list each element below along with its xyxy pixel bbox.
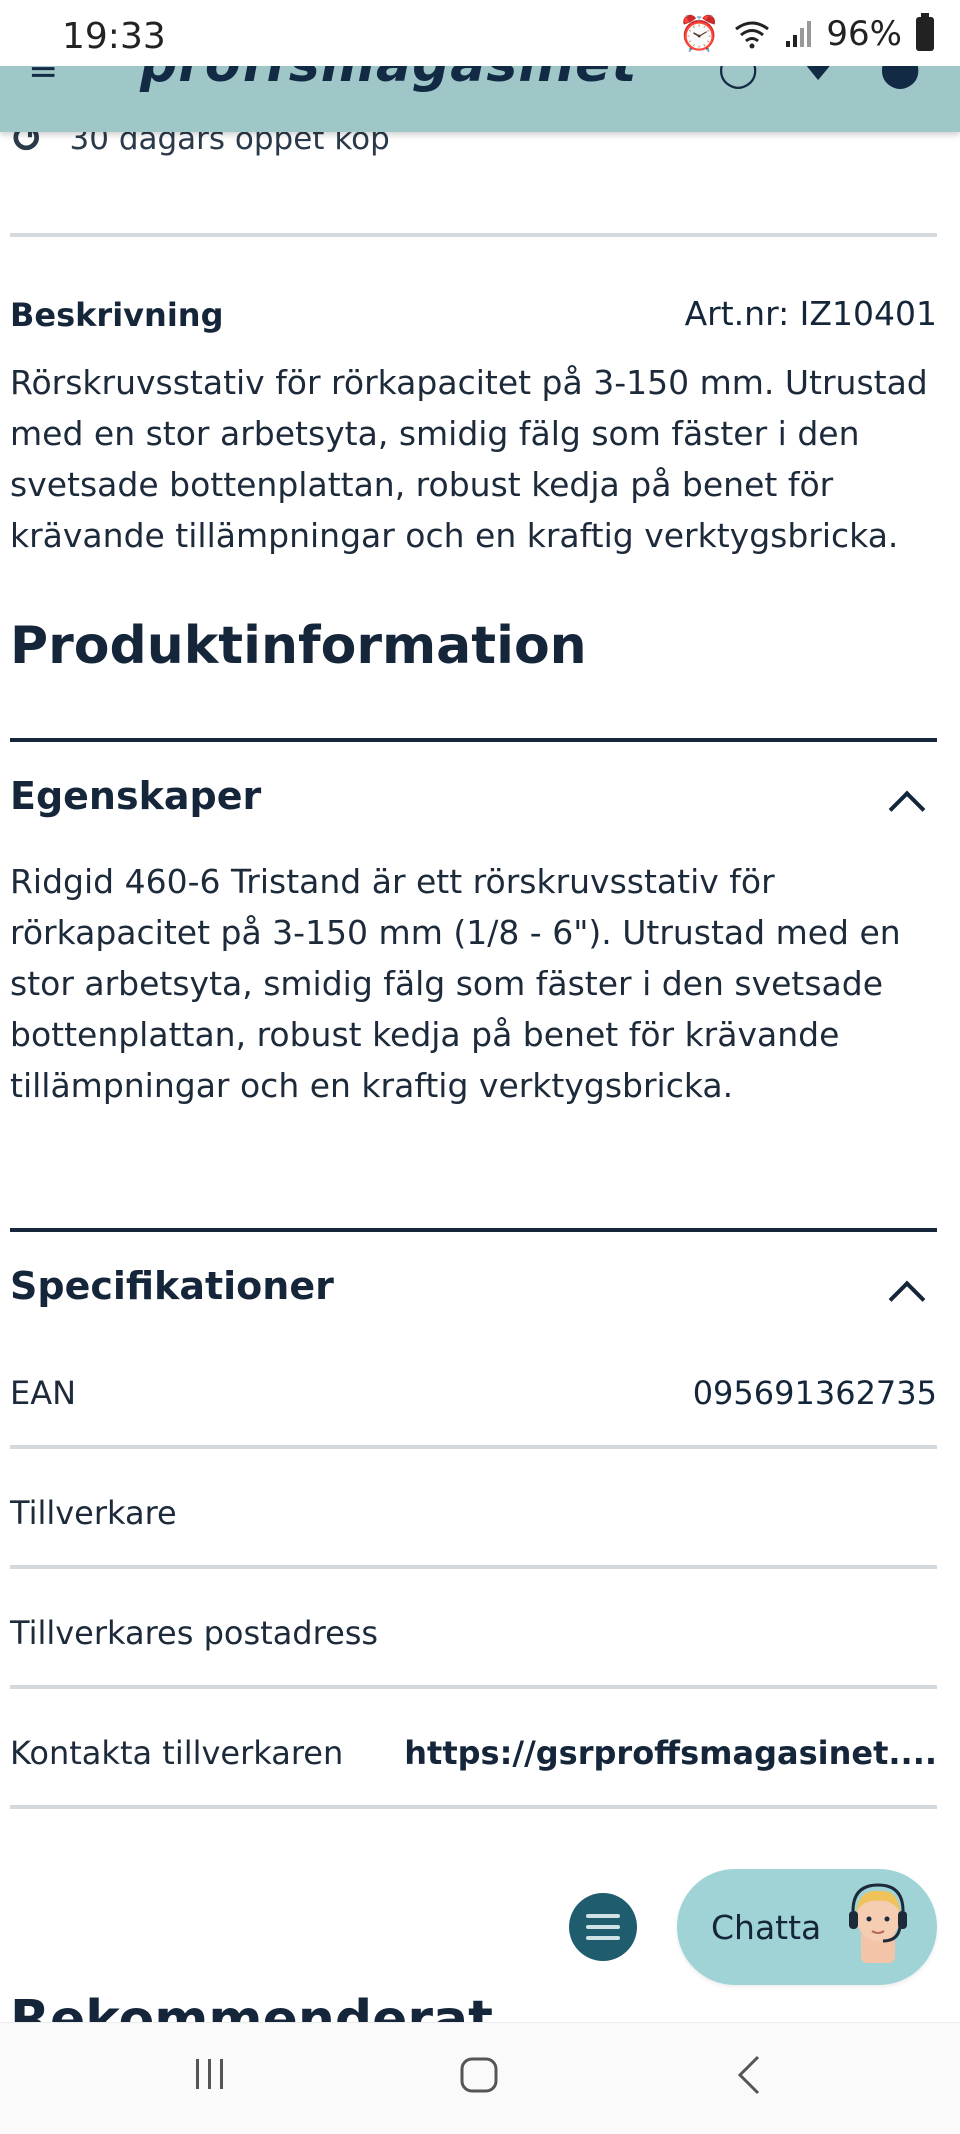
spec-label-manufacturer: Tillverkare	[10, 1494, 177, 1532]
signal-icon	[786, 21, 812, 47]
support-agent-icon	[849, 1883, 907, 1963]
description-heading: Beskrivning	[10, 296, 224, 334]
product-info-heading: Produktinformation	[10, 616, 587, 676]
status-time: 19:33	[62, 16, 166, 57]
spec-value-ean: 095691362735	[692, 1374, 937, 1412]
spec-value-contact-link[interactable]: https://gsrproffsmagasinet....	[404, 1734, 937, 1772]
battery-icon	[916, 13, 934, 51]
properties-text: Ridgid 460-6 Tristand är ett rörskruvsst…	[10, 862, 901, 1105]
properties-toggle[interactable]: Egenskaper	[10, 774, 261, 818]
chat-button[interactable]: Chatta	[677, 1869, 937, 1985]
description-text: Rörskruvsstativ för rörkapacitet på 3-15…	[10, 363, 928, 555]
spec-divider	[10, 1565, 937, 1569]
spec-label-contact: Kontakta tillverkaren	[10, 1734, 344, 1772]
battery-percent: 96%	[826, 14, 902, 54]
back-icon[interactable]	[730, 2053, 770, 2097]
system-nav-bar	[0, 2022, 960, 2134]
spec-label-ean: EAN	[10, 1374, 77, 1412]
spec-label-manufacturer-address: Tillverkares postadress	[10, 1614, 379, 1652]
spec-divider	[10, 1685, 937, 1689]
wifi-icon	[735, 21, 770, 49]
menu-line	[586, 1925, 620, 1929]
menu-line	[586, 1936, 620, 1940]
menu-line	[586, 1914, 620, 1918]
spec-divider	[10, 1445, 937, 1449]
chevron-up-icon[interactable]	[888, 1280, 926, 1318]
home-icon[interactable]	[458, 2053, 502, 2097]
divider	[10, 233, 937, 237]
status-icons: ⏰ 96%	[678, 13, 934, 54]
spec-divider	[10, 1805, 937, 1809]
section-divider	[10, 1228, 937, 1232]
status-bar: 19:33 ⏰ 96%	[0, 0, 960, 66]
section-divider	[10, 738, 937, 742]
alarm-icon: ⏰	[678, 14, 721, 54]
chevron-up-icon[interactable]	[888, 790, 926, 828]
chat-label: Chatta	[711, 1907, 822, 1947]
specifications-toggle[interactable]: Specifikationer	[10, 1264, 334, 1308]
floating-menu-button[interactable]	[569, 1893, 637, 1961]
article-number: Art.nr: IZ10401	[684, 294, 937, 333]
recent-apps-icon[interactable]	[190, 2053, 230, 2093]
